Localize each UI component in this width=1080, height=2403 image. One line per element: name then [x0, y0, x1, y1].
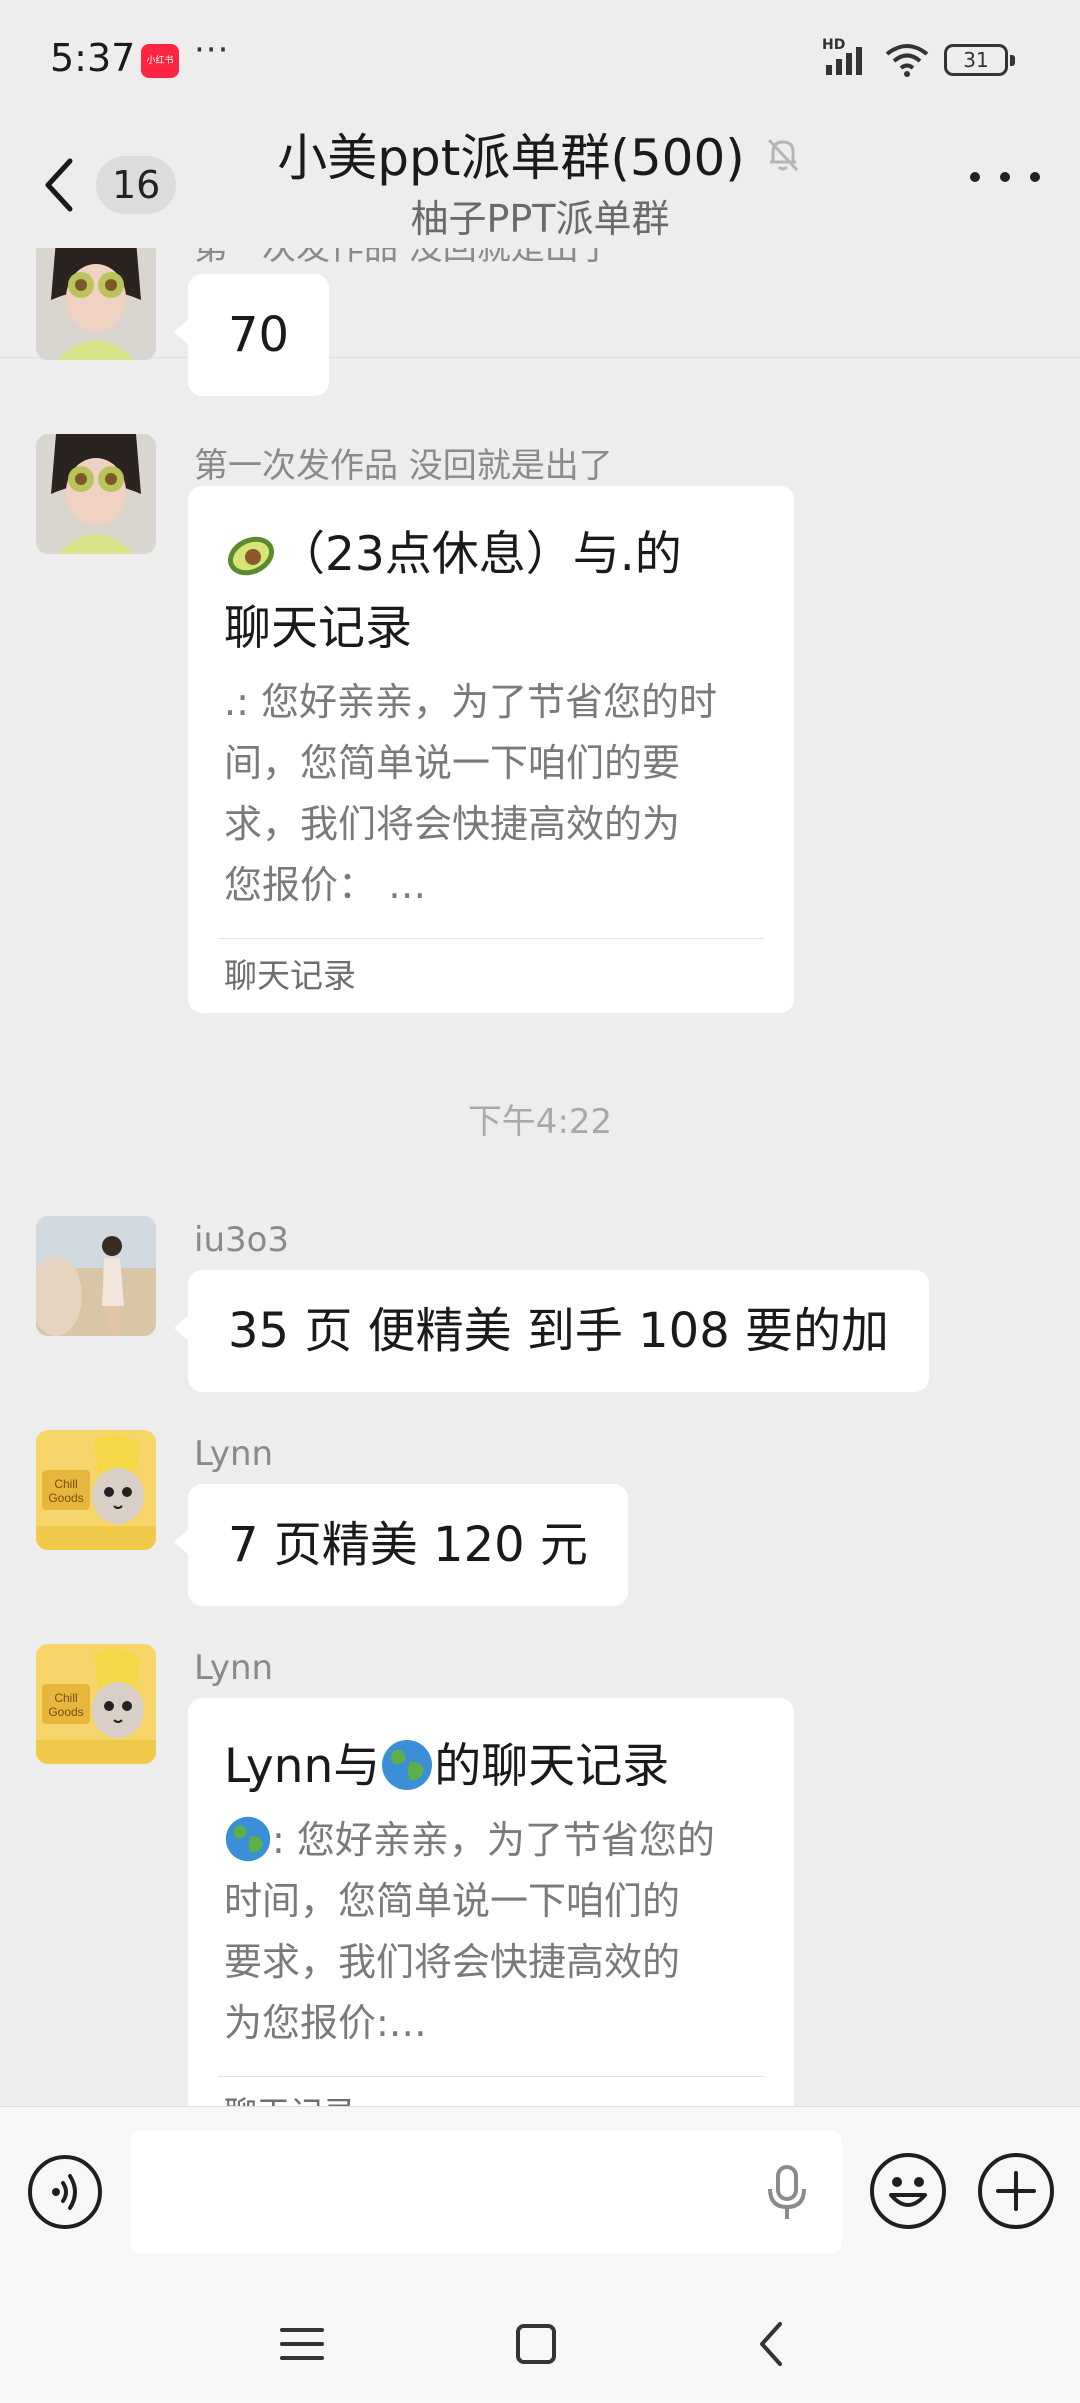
group-name: 小美ppt派单群(500)	[277, 129, 745, 187]
message-bubble[interactable]: 70	[173, 274, 330, 396]
svg-text:Goods: Goods	[48, 1705, 83, 1719]
sender-name: Lynn	[194, 1648, 274, 1688]
emoji-button[interactable]	[870, 2153, 946, 2229]
svg-text:Chill: Chill	[54, 1477, 77, 1491]
message-bubble[interactable]: 35 页 便精美 到手 108 要的加	[174, 1270, 929, 1392]
record-title-part: Lynn与	[224, 1739, 381, 1794]
timestamp: 下午4:22	[467, 1102, 613, 1142]
voice-icon	[52, 2174, 77, 2210]
record-preview-line: 为您报价:…	[224, 2001, 427, 2045]
globe-emoji-icon	[382, 1740, 433, 1790]
chat-record-card[interactable]: （23点休息）与.的 聊天记录 .: 您好亲亲，为了节省您的时 间，您简单说一下…	[188, 486, 794, 1013]
record-preview-line: : 您好亲亲，为了节省您的	[272, 1818, 715, 1862]
emoji-icon	[889, 2177, 927, 2207]
plus-icon	[996, 2171, 1036, 2211]
avatar[interactable]: Chill Goods	[36, 1430, 156, 1550]
record-preview-line: 求，我们将会快捷高效的为	[224, 802, 681, 846]
record-title: （23点休息）与.的 聊天记录	[224, 518, 758, 666]
status-bar: 5:37 小红书 ··· HD 31	[0, 0, 1080, 120]
chat-header: 16 小美ppt派单群(500) 柚子PPT派单群	[0, 110, 1080, 358]
more-notifications-icon: ···	[194, 30, 230, 70]
more-dot	[970, 172, 980, 182]
mute-bell-icon	[767, 138, 798, 172]
sender-name: iu3o3	[194, 1220, 290, 1260]
globe-emoji-icon	[225, 1816, 271, 1862]
record-title-line: （23点休息）与.的	[278, 527, 682, 582]
xiaohongshu-app-icon: 小红书	[141, 44, 179, 78]
status-time: 5:37	[50, 36, 136, 80]
sender-name: 第一次发作品 没回就是出了	[194, 248, 613, 268]
menu-icon[interactable]	[272, 2314, 332, 2374]
signal-icon: HD	[822, 37, 870, 77]
record-preview-line: 时间，您简单说一下咱们的	[224, 1879, 681, 1923]
sender-name: Lynn	[194, 1434, 274, 1474]
message-list[interactable]: 第一次发作品 没回就是出了 70 第一次发作品 没回就是出了 （23点休息）与.…	[0, 248, 1080, 2108]
record-preview-line: 您报价： …	[224, 863, 427, 907]
svg-text:Chill: Chill	[54, 1691, 77, 1705]
battery-icon: 31	[944, 44, 1015, 76]
system-nav-bar	[0, 2286, 1080, 2403]
avocado-emoji-icon	[227, 536, 275, 576]
more-options-button[interactable]	[970, 162, 1040, 192]
page-title[interactable]: 小美ppt派单群(500)	[0, 118, 1080, 190]
voice-toggle-button[interactable]	[28, 2155, 102, 2229]
avatar[interactable]	[36, 248, 156, 360]
record-footer: 聊天记录	[224, 2077, 758, 2108]
sender-name: 第一次发作品 没回就是出了	[194, 446, 613, 486]
microphone-icon[interactable]	[764, 2163, 810, 2223]
more-dot	[1030, 172, 1040, 182]
home-square-icon[interactable]	[506, 2314, 566, 2374]
chat-record-card[interactable]: Lynn与 的聊天记录 : 您好亲亲，为了节省您的 时间，您简单说一下咱们的 要…	[188, 1698, 794, 2108]
message-input[interactable]	[130, 2131, 842, 2253]
message-bubble[interactable]: 7 页精美 120 元	[174, 1484, 628, 1606]
avatar[interactable]: Chill Goods	[36, 1644, 156, 1764]
avatar[interactable]	[36, 434, 156, 554]
record-preview: : 您好亲亲，为了节省您的 时间，您简单说一下咱们的 要求，我们将会快捷高效的 …	[224, 1810, 758, 2054]
more-dot	[1000, 172, 1010, 182]
record-title: Lynn与 的聊天记录	[224, 1730, 758, 1804]
status-icons: HD 31	[822, 37, 1015, 80]
more-functions-button[interactable]	[978, 2153, 1054, 2229]
group-subtitle: 柚子PPT派单群	[410, 197, 670, 241]
record-title-line: 聊天记录	[224, 601, 412, 656]
record-preview-line: 要求，我们将会快捷高效的	[224, 1940, 681, 1984]
wifi-icon	[885, 44, 929, 77]
record-footer: 聊天记录	[224, 956, 356, 995]
svg-text:Goods: Goods	[48, 1491, 83, 1505]
record-preview: .: 您好亲亲，为了节省您的时 间，您简单说一下咱们的要 求，我们将会快捷高效的…	[224, 672, 758, 916]
avatar[interactable]	[36, 1216, 156, 1336]
input-bar	[0, 2106, 1080, 2286]
record-title-part: 的聊天记录	[434, 1739, 670, 1794]
record-preview-line: .: 您好亲亲，为了节省您的时	[224, 680, 717, 724]
record-preview-line: 间，您简单说一下咱们的要	[224, 741, 681, 785]
back-triangle-icon[interactable]	[742, 2314, 802, 2374]
network-type-label: HD	[822, 37, 846, 53]
